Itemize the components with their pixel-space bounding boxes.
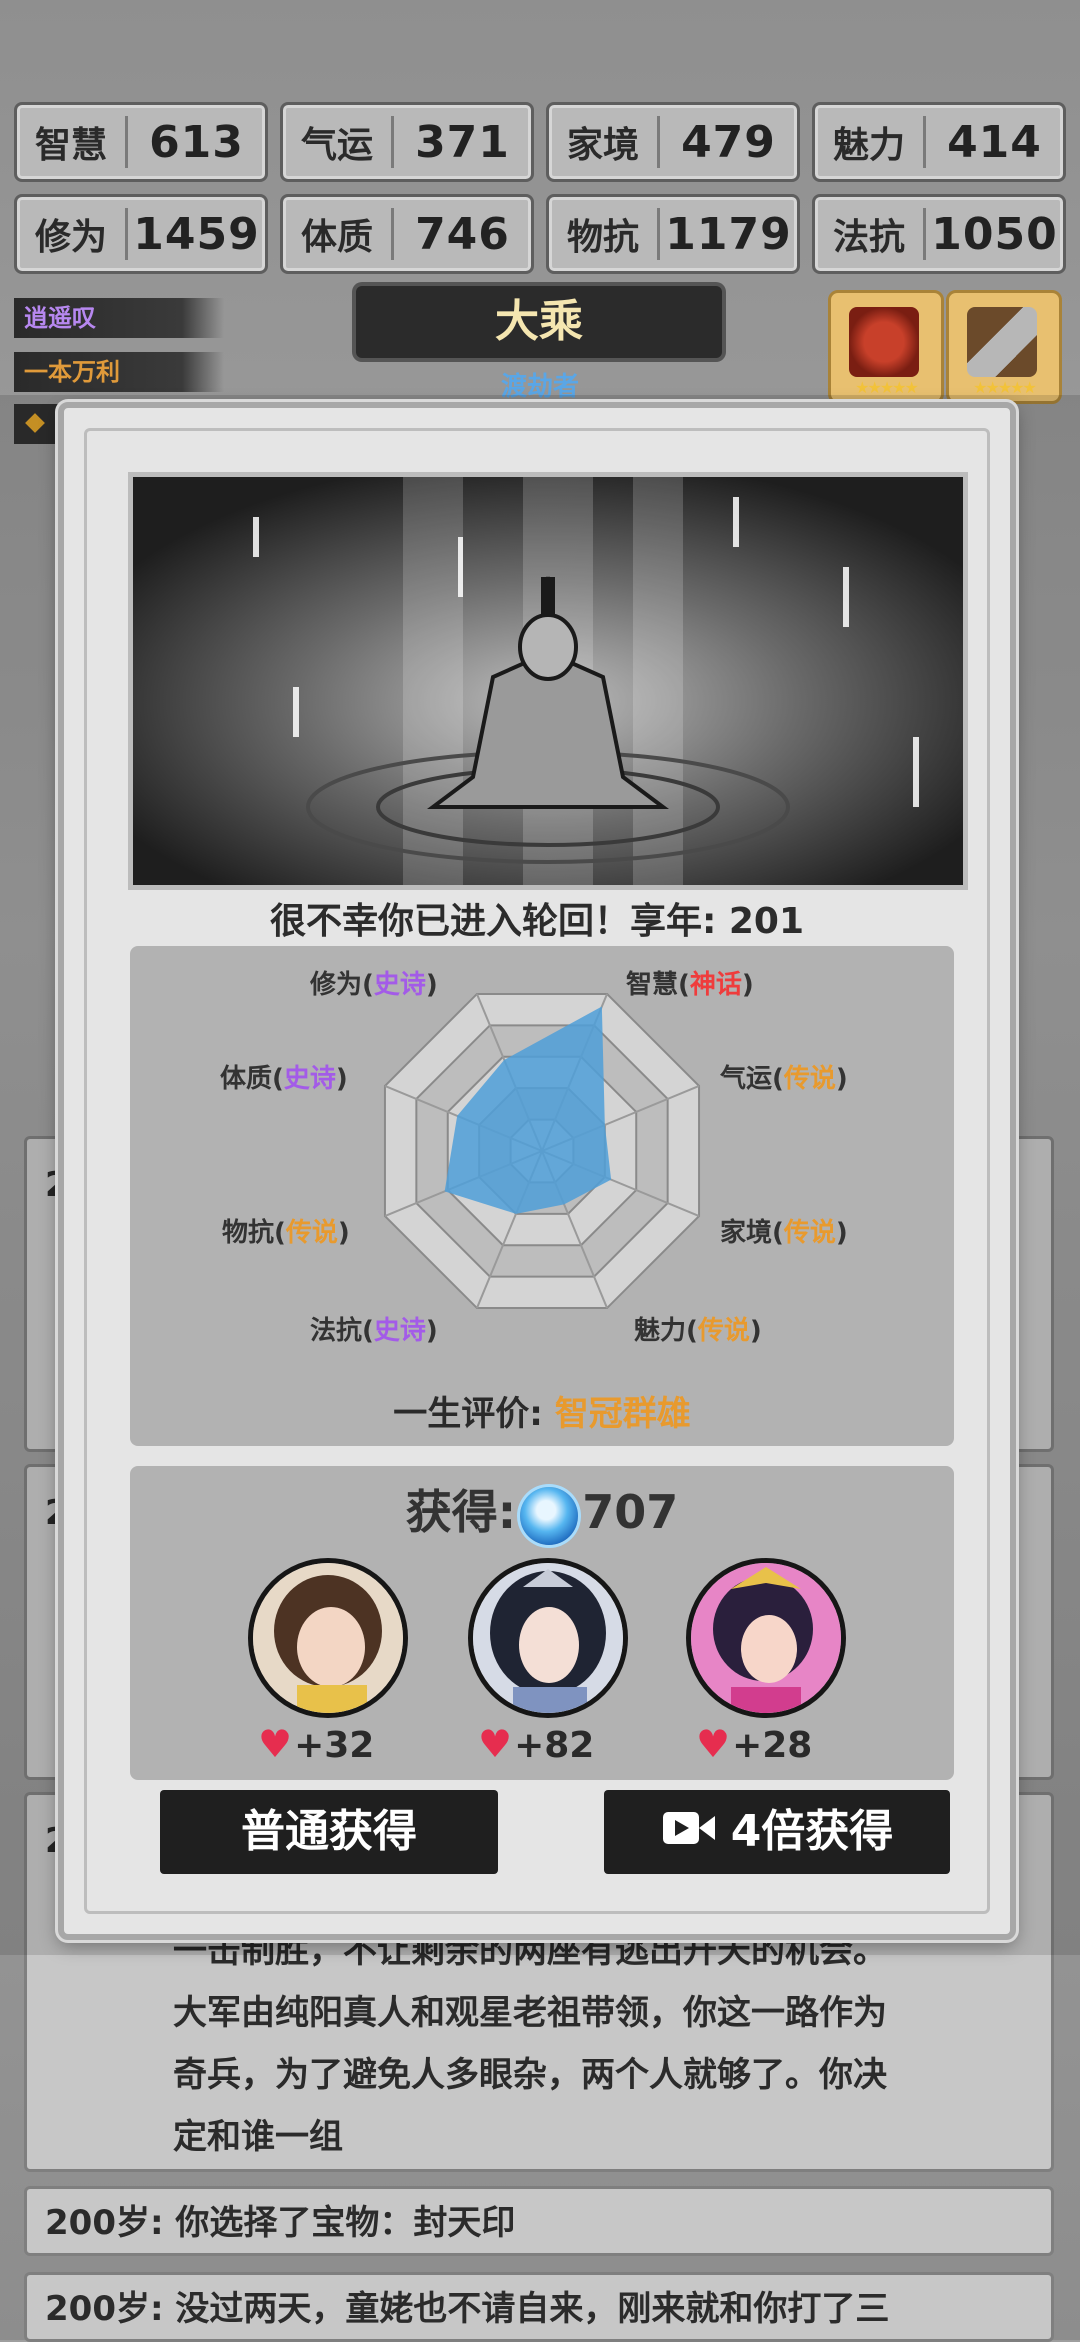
- story-line: 定和谁一组: [173, 2117, 343, 2157]
- stat-label: 法抗: [815, 208, 926, 260]
- reward-panel: 获得: 707 ♥+32 ♥+82 ♥+28: [130, 1466, 954, 1780]
- claim-4x-ad-button[interactable]: 4倍获得: [604, 1790, 950, 1874]
- stat-label: 家境: [549, 116, 660, 168]
- death-summary-dialog: 很不幸你已进入轮回！享年: 201 智慧(神话) 气运(传说) 家境(传说) 魅…: [58, 402, 1016, 1940]
- story-line: 大军由纯阳真人和观星老祖带领，你这一路作为: [173, 1993, 887, 2033]
- radar-panel: 智慧(神话) 气运(传说) 家境(传说) 魅力(传说) 法抗(史诗) 物抗(传说…: [130, 946, 954, 1446]
- stat-label: 智慧: [17, 116, 128, 168]
- boots-icon: [849, 307, 919, 377]
- stat-grid: 智慧 613 气运 371 家境 479 魅力 414 修为 1459 体质 746 物抗 1…: [14, 102, 1066, 286]
- stat-label: 体质: [283, 208, 394, 260]
- reward-label: 获得:: [405, 1485, 517, 1539]
- stat-value: 371: [415, 116, 510, 168]
- heart-icon: ♥: [258, 1722, 293, 1766]
- video-camera-icon: [661, 1792, 717, 1876]
- stat-charm: 魅力 414: [812, 102, 1066, 182]
- axis-label-wisdom: 智慧(神话): [626, 970, 754, 1000]
- stat-value: 1459: [133, 208, 260, 260]
- heart-icon: ♥: [696, 1722, 731, 1766]
- axis-label-charm: 魅力(传说): [634, 1316, 762, 1346]
- log-card: 200岁: 没过两天，童姥也不请自来，刚来就和你打了三: [24, 2272, 1054, 2342]
- stat-constitution: 体质 746: [280, 194, 534, 274]
- talent-tag[interactable]: 一本万利: [14, 352, 224, 392]
- log-line: 200岁: 你选择了宝物：封天印: [45, 2203, 516, 2243]
- life-evaluation: 一生评价: 智冠群雄: [130, 1386, 954, 1435]
- evaluation-value: 智冠群雄: [554, 1394, 691, 1434]
- companion-avatar[interactable]: [468, 1558, 628, 1718]
- realm-banner: 大乘: [356, 286, 722, 358]
- companion-affinity: ♥+32: [258, 1722, 375, 1766]
- claim-normal-label: 普通获得: [241, 1806, 417, 1857]
- stat-family: 家境 479: [546, 102, 800, 182]
- axis-label-family: 家境(传说): [720, 1218, 848, 1248]
- stat-value: 613: [149, 116, 244, 168]
- spirit-orb-icon: [520, 1486, 579, 1545]
- stat-cultivation: 修为 1459: [14, 194, 268, 274]
- axe-icon: [967, 307, 1037, 377]
- companion-avatar[interactable]: [686, 1558, 846, 1718]
- stat-label: 物抗: [549, 208, 660, 260]
- stat-row-2: 修为 1459 体质 746 物抗 1179 法抗 1050: [14, 194, 1066, 274]
- stat-label: 气运: [283, 116, 394, 168]
- axis-label-constitution: 体质(史诗): [220, 1064, 348, 1094]
- stat-wisdom: 智慧 613: [14, 102, 268, 182]
- equipment-slot[interactable]: ★★★★★: [946, 290, 1062, 404]
- stat-value: 746: [415, 208, 510, 260]
- companion-avatar[interactable]: [248, 1558, 408, 1718]
- claim-normal-button[interactable]: 普通获得: [160, 1790, 498, 1874]
- stat-label: 修为: [17, 208, 128, 260]
- evaluation-label: 一生评价:: [393, 1394, 543, 1434]
- companion-affinity: ♥+28: [696, 1722, 813, 1766]
- story-line: 奇兵，为了避免人多眼杂，两个人就够了。你决: [173, 2055, 887, 2095]
- equipment-slot[interactable]: ★★★★★: [828, 290, 944, 404]
- meditation-illustration: [128, 472, 968, 890]
- stat-label: 魅力: [815, 116, 926, 168]
- stat-value: 479: [681, 116, 776, 168]
- attribute-radar-chart: [383, 992, 701, 1310]
- reward-amount: 707: [582, 1485, 679, 1539]
- companion-affinity: ♥+82: [478, 1722, 595, 1766]
- stat-value: 414: [947, 116, 1042, 168]
- story-text: 一击制胜，不让剩余的两座有逃出升天的机会。 大军由纯阳真人和观星老祖带领，你这一…: [173, 1923, 1043, 2165]
- log-card: 200岁: 你选择了宝物：封天印: [24, 2186, 1054, 2256]
- axis-label-magic-resist: 法抗(史诗): [310, 1316, 438, 1346]
- stat-phys-resist: 物抗 1179: [546, 194, 800, 274]
- stat-magic-resist: 法抗 1050: [812, 194, 1066, 274]
- reward-summary: 获得: 707: [130, 1476, 954, 1545]
- talent-tag[interactable]: 逍遥叹: [14, 298, 224, 338]
- axis-label-phys-resist: 物抗(传说): [222, 1218, 350, 1248]
- death-message: 很不幸你已进入轮回！享年: 201: [269, 901, 805, 942]
- axis-label-cultivation: 修为(史诗): [310, 970, 438, 1000]
- claim-4x-label: 4倍获得: [730, 1806, 894, 1857]
- stat-luck: 气运 371: [280, 102, 534, 182]
- log-line: 200岁: 没过两天，童姥也不请自来，刚来就和你打了三: [45, 2289, 890, 2329]
- stat-value: 1050: [931, 208, 1058, 260]
- heart-icon: ♥: [478, 1722, 513, 1766]
- stat-value: 1179: [665, 208, 792, 260]
- axis-label-luck: 气运(传说): [720, 1064, 848, 1094]
- stat-row-1: 智慧 613 气运 371 家境 479 魅力 414: [14, 102, 1066, 182]
